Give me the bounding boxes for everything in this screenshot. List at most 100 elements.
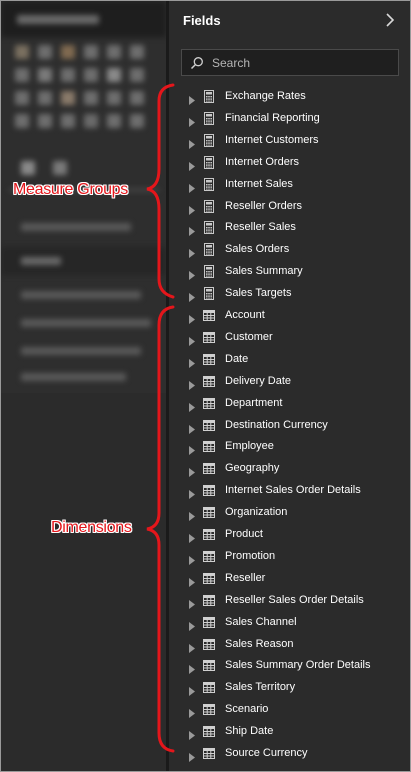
caret-right-icon[interactable] (189, 399, 195, 412)
search-box[interactable] (181, 49, 399, 76)
search-icon (190, 56, 204, 70)
measure-group-item[interactable]: Reseller Orders (169, 196, 410, 218)
dimension-item[interactable]: Customer (169, 327, 410, 349)
dimension-item[interactable]: Ship Date (169, 721, 410, 743)
dimension-item[interactable]: Promotion (169, 546, 410, 568)
dimension-item[interactable]: Scenario (169, 699, 410, 721)
measure-group-item[interactable]: Internet Sales (169, 174, 410, 196)
table-icon (203, 331, 215, 344)
dimension-item[interactable]: Date (169, 349, 410, 371)
caret-right-icon[interactable] (189, 333, 195, 346)
table-icon (203, 659, 215, 672)
fields-header: Fields (169, 1, 410, 41)
field-label: Reseller Orders (225, 200, 303, 212)
caret-right-icon[interactable] (189, 749, 195, 762)
caret-right-icon[interactable] (189, 508, 195, 521)
table-icon (203, 747, 215, 760)
table-icon (203, 506, 215, 519)
caret-right-icon[interactable] (189, 618, 195, 631)
table-icon (203, 309, 215, 322)
caret-right-icon[interactable] (189, 136, 195, 149)
table-icon (203, 397, 215, 410)
table-icon (203, 638, 215, 651)
field-label: Department (225, 397, 283, 409)
caret-right-icon[interactable] (189, 245, 195, 258)
field-label: Internet Orders (225, 156, 299, 168)
caret-right-icon[interactable] (189, 377, 195, 390)
calculator-icon (203, 200, 215, 213)
caret-right-icon[interactable] (189, 705, 195, 718)
dimension-item[interactable]: Employee (169, 436, 410, 458)
measure-group-item[interactable]: Sales Targets (169, 283, 410, 305)
dimension-item[interactable]: Sales Reason (169, 634, 410, 656)
caret-right-icon[interactable] (189, 640, 195, 653)
caret-right-icon[interactable] (189, 180, 195, 193)
search-input[interactable] (212, 54, 392, 72)
calculator-icon (203, 221, 215, 234)
caret-right-icon[interactable] (189, 464, 195, 477)
caret-right-icon[interactable] (189, 267, 195, 280)
calculator-icon (203, 287, 215, 300)
table-icon (203, 681, 215, 694)
calculator-icon (203, 243, 215, 256)
dimension-item[interactable]: Organization (169, 502, 410, 524)
dimension-item[interactable]: Sales Summary Order Details (169, 655, 410, 677)
field-label: Organization (225, 506, 288, 518)
dimension-item[interactable]: Delivery Date (169, 371, 410, 393)
caret-right-icon[interactable] (189, 289, 195, 302)
caret-right-icon[interactable] (189, 355, 195, 368)
caret-right-icon[interactable] (189, 727, 195, 740)
dimension-item[interactable]: Geography (169, 458, 410, 480)
field-label: Destination Currency (225, 419, 328, 431)
caret-right-icon[interactable] (189, 92, 195, 105)
table-icon (203, 419, 215, 432)
field-label: Exchange Rates (225, 90, 306, 102)
table-icon (203, 462, 215, 475)
calculator-icon (203, 112, 215, 125)
dimension-item[interactable]: Internet Sales Order Details (169, 480, 410, 502)
field-label: Reseller Sales (225, 221, 296, 233)
field-label: Reseller (225, 572, 266, 584)
dimension-item[interactable]: Reseller (169, 568, 410, 590)
caret-right-icon[interactable] (189, 311, 195, 324)
measure-group-item[interactable]: Sales Orders (169, 239, 410, 261)
field-label: Sales Channel (225, 616, 297, 628)
caret-right-icon[interactable] (189, 114, 195, 127)
dimension-item[interactable]: Department (169, 393, 410, 415)
field-label: Source Currency (225, 747, 308, 759)
measure-group-item[interactable]: Financial Reporting (169, 108, 410, 130)
dimension-item[interactable]: Sales Channel (169, 612, 410, 634)
app-frame: Fields Exchange Rates Financial Reporting… (0, 0, 411, 772)
dimension-item[interactable]: Source Currency (169, 743, 410, 765)
caret-right-icon[interactable] (189, 661, 195, 674)
fields-title: Fields (183, 13, 221, 28)
caret-right-icon[interactable] (189, 223, 195, 236)
measure-group-item[interactable]: Internet Customers (169, 130, 410, 152)
caret-right-icon[interactable] (189, 421, 195, 434)
caret-right-icon[interactable] (189, 530, 195, 543)
calculator-icon (203, 90, 215, 103)
caret-right-icon[interactable] (189, 202, 195, 215)
measure-group-item[interactable]: Internet Orders (169, 152, 410, 174)
dimension-item[interactable]: Destination Currency (169, 415, 410, 437)
caret-right-icon[interactable] (189, 596, 195, 609)
field-label: Ship Date (225, 725, 274, 737)
dimension-item[interactable]: Product (169, 524, 410, 546)
caret-right-icon[interactable] (189, 442, 195, 455)
measure-group-item[interactable]: Sales Summary (169, 261, 410, 283)
caret-right-icon[interactable] (189, 158, 195, 171)
caret-right-icon[interactable] (189, 574, 195, 587)
caret-right-icon[interactable] (189, 683, 195, 696)
dimension-item[interactable]: Account (169, 305, 410, 327)
field-label: Sales Orders (225, 243, 290, 255)
measure-group-item[interactable]: Exchange Rates (169, 86, 410, 108)
caret-right-icon[interactable] (189, 552, 195, 565)
field-label: Account (225, 309, 265, 321)
caret-right-icon[interactable] (189, 486, 195, 499)
table-icon (203, 616, 215, 629)
field-label: Scenario (225, 703, 269, 715)
measure-group-item[interactable]: Reseller Sales (169, 217, 410, 239)
dimension-item[interactable]: Sales Territory (169, 677, 410, 699)
dimension-item[interactable]: Reseller Sales Order Details (169, 590, 410, 612)
chevron-right-icon[interactable] (384, 12, 396, 28)
